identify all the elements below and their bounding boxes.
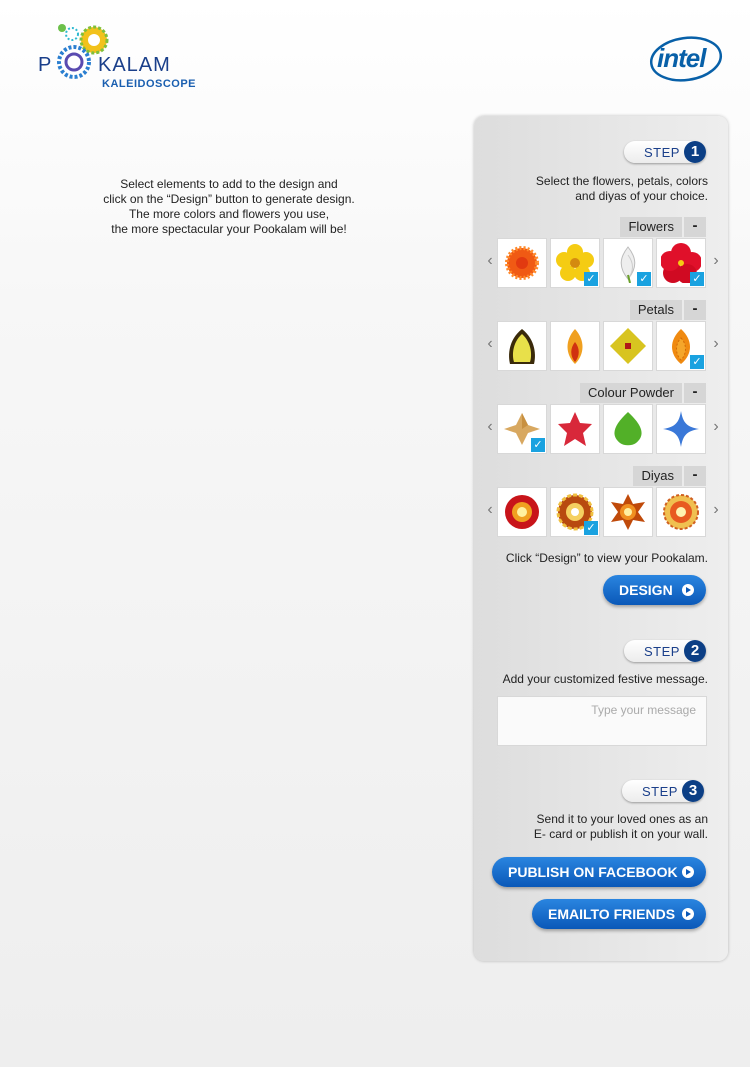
category-diyas-label: Diyas (633, 466, 682, 486)
category-petals-header: Petals - (629, 300, 706, 320)
intro-line: the more spectacular your Pookalam will … (111, 222, 347, 236)
item-tile[interactable]: ✓ (603, 238, 653, 288)
green-leaf-powder-icon (614, 412, 642, 446)
publish-on-facebook-button[interactable]: PUBLISH ON FACEBOOK (492, 857, 706, 887)
item-tile[interactable] (656, 487, 706, 537)
blue-star-powder-icon (663, 411, 699, 447)
scroll-right-arrow-icon[interactable]: › (710, 335, 722, 353)
arrow-right-circle-icon (682, 584, 694, 596)
yellow-diamond-petal-icon (610, 328, 646, 364)
red-diya-icon (505, 495, 539, 529)
step-2-badge: STEP 2 (624, 640, 706, 662)
category-petals-label: Petals (629, 300, 682, 320)
item-tile[interactable]: ✓ (497, 404, 547, 454)
orange-star-diya-icon (611, 494, 645, 530)
step-label: STEP (644, 644, 680, 659)
item-tile[interactable] (550, 321, 600, 371)
step-label: STEP (642, 784, 678, 799)
selected-check-icon: ✓ (690, 272, 704, 286)
category-colour-powder-header: Colour Powder - (580, 383, 706, 403)
scroll-right-arrow-icon[interactable]: › (710, 418, 722, 436)
step-3-desc-line: Send it to your loved ones as an (536, 812, 708, 826)
design-hint: Click “Design” to view your Pookalam. (505, 551, 708, 565)
arrow-right-circle-icon (682, 908, 694, 920)
yellow-dotted-petal-icon (509, 329, 535, 364)
selected-check-icon: ✓ (531, 438, 545, 452)
item-tile[interactable]: ✓ (656, 321, 706, 371)
category-colour-powder-row: ‹ ✓ › (474, 404, 728, 454)
category-colour-powder-label: Colour Powder (580, 383, 682, 403)
step-3-description: Send it to your loved ones as an E- card… (534, 812, 708, 842)
step-1-description: Select the flowers, petals, colors and d… (536, 174, 708, 204)
scroll-left-arrow-icon[interactable]: ‹ (484, 252, 496, 270)
logo-letter-p: P (38, 54, 53, 76)
category-flowers-row: ‹ ✓ ✓ ✓ › (474, 238, 728, 288)
email-to-friends-button[interactable]: EMAILTO FRIENDS (532, 899, 706, 929)
design-panel: STEP 1 Select the flowers, petals, color… (474, 116, 728, 961)
intel-logo-text: intel (657, 43, 706, 73)
scroll-right-arrow-icon[interactable]: › (710, 252, 722, 270)
selected-check-icon: ✓ (690, 355, 704, 369)
orange-red-petal-icon (567, 329, 583, 364)
logo-word: KALAM (98, 54, 171, 76)
scroll-left-arrow-icon[interactable]: ‹ (484, 418, 496, 436)
orange-marigold-flower-icon (505, 246, 539, 280)
red-star-powder-icon (558, 412, 592, 446)
item-tile[interactable]: ✓ (656, 238, 706, 288)
category-diyas-header: Diyas - (633, 466, 706, 486)
design-button[interactable]: DESIGN (603, 575, 706, 605)
step-3-desc-line: E- card or publish it on your wall. (533, 827, 708, 841)
step-number: 1 (684, 141, 706, 163)
scroll-left-arrow-icon[interactable]: ‹ (484, 335, 496, 353)
floral-diya-icon (663, 494, 699, 530)
item-tile[interactable] (497, 321, 547, 371)
item-tile[interactable] (603, 487, 653, 537)
step-number: 3 (682, 780, 704, 802)
category-colour-powder-collapse-button[interactable]: - (684, 383, 706, 403)
step-1-desc-line: Select the flowers, petals, colors (535, 174, 708, 188)
category-flowers-collapse-button[interactable]: - (684, 217, 706, 237)
publish-button-label: PUBLISH ON FACEBOOK (508, 864, 678, 880)
step-1-desc-line: and diyas of your choice. (575, 189, 708, 203)
category-flowers-label: Flowers (620, 217, 682, 237)
design-button-label: DESIGN (619, 582, 673, 598)
item-tile[interactable] (497, 238, 547, 288)
logo-subtitle: KALEIDOSCOPE (102, 78, 197, 90)
step-label: STEP (644, 145, 680, 160)
scroll-left-arrow-icon[interactable]: ‹ (484, 501, 496, 519)
step-1-badge: STEP 1 (624, 141, 706, 163)
category-diyas-collapse-button[interactable]: - (684, 466, 706, 486)
category-diyas-row: ‹ ✓ › (474, 487, 728, 537)
intel-logo: intel (648, 34, 724, 84)
arrow-right-circle-icon (682, 866, 694, 878)
item-tile[interactable]: ✓ (550, 487, 600, 537)
item-tile[interactable] (603, 321, 653, 371)
selected-check-icon: ✓ (584, 272, 598, 286)
selected-check-icon: ✓ (637, 272, 651, 286)
item-tile[interactable] (656, 404, 706, 454)
item-tile[interactable] (603, 404, 653, 454)
item-tile[interactable]: ✓ (550, 238, 600, 288)
step-3-badge: STEP 3 (622, 780, 704, 802)
scroll-right-arrow-icon[interactable]: › (710, 501, 722, 519)
selected-check-icon: ✓ (584, 521, 598, 535)
category-petals-row: ‹ ✓ › (474, 321, 728, 371)
message-input[interactable] (497, 696, 707, 746)
item-tile[interactable] (550, 404, 600, 454)
intro-line: The more colors and flowers you use, (128, 207, 330, 221)
email-button-label: EMAILTO FRIENDS (548, 906, 676, 922)
intro-text: Select elements to add to the design and… (70, 177, 388, 237)
category-flowers-header: Flowers - (620, 217, 706, 237)
intro-line: click on the “Design” button to generate… (103, 192, 355, 206)
step-number: 2 (684, 640, 706, 662)
pookalam-logo: P KALAM KALEIDOSCOPE (38, 22, 218, 94)
step-2-description: Add your customized festive message. (502, 672, 708, 686)
category-petals-collapse-button[interactable]: - (684, 300, 706, 320)
item-tile[interactable] (497, 487, 547, 537)
intro-line: Select elements to add to the design and (120, 177, 338, 191)
